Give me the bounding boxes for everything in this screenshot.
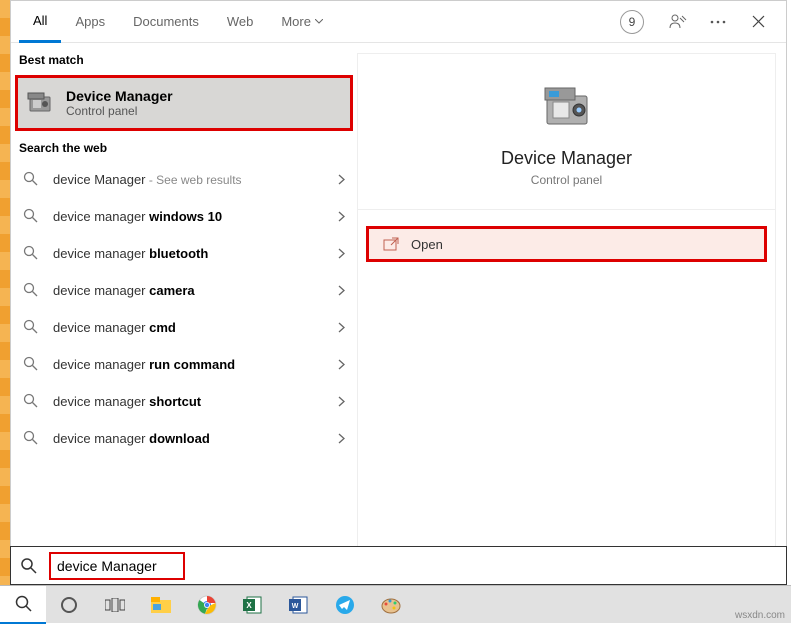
more-options-icon[interactable] <box>708 12 728 32</box>
chevron-right-icon[interactable] <box>338 322 345 333</box>
web-results-list: device Manager - See web results device … <box>11 161 357 457</box>
left-edge-decoration <box>0 0 10 585</box>
web-result-item[interactable]: device Manager - See web results <box>11 161 357 198</box>
taskbar-cortana-icon[interactable] <box>46 586 92 624</box>
device-manager-icon <box>26 89 54 117</box>
taskbar-telegram-icon[interactable] <box>322 586 368 624</box>
taskbar-search-button[interactable] <box>0 586 46 624</box>
preview-divider <box>358 209 775 210</box>
web-result-item[interactable]: device manager run command <box>11 346 357 383</box>
taskbar-excel-icon[interactable]: X <box>230 586 276 624</box>
chevron-down-icon <box>315 19 323 24</box>
best-match-header: Best match <box>11 43 357 73</box>
close-icon[interactable] <box>748 12 768 32</box>
taskbar-paint-icon[interactable] <box>368 586 414 624</box>
taskbar-word-icon[interactable]: W <box>276 586 322 624</box>
web-result-text: device manager download <box>53 431 338 446</box>
search-panel: All Apps Documents Web More 9 Best match <box>10 0 787 585</box>
chevron-right-icon[interactable] <box>338 433 345 444</box>
search-icon <box>23 282 41 300</box>
tab-documents[interactable]: Documents <box>119 1 213 43</box>
search-icon <box>23 430 41 448</box>
web-result-item[interactable]: device manager shortcut <box>11 383 357 420</box>
web-result-text: device manager shortcut <box>53 394 338 409</box>
search-icon <box>23 171 41 189</box>
svg-text:W: W <box>292 603 299 610</box>
search-icon <box>23 245 41 263</box>
preview-device-manager-icon <box>539 78 595 134</box>
web-result-text: device Manager - See web results <box>53 172 338 187</box>
search-icon <box>23 356 41 374</box>
results-column: Best match Device Manager Control panel … <box>11 43 357 584</box>
web-result-item[interactable]: device manager camera <box>11 272 357 309</box>
open-action[interactable]: Open <box>366 226 767 262</box>
chevron-right-icon[interactable] <box>338 248 345 259</box>
watermark: wsxdn.com <box>735 610 785 621</box>
taskbar-chrome-icon[interactable] <box>184 586 230 624</box>
web-result-text: device manager cmd <box>53 320 338 335</box>
search-icon <box>11 558 47 574</box>
web-result-text: device manager bluetooth <box>53 246 338 261</box>
chevron-right-icon[interactable] <box>338 174 345 185</box>
taskbar-explorer-icon[interactable] <box>138 586 184 624</box>
web-result-text: device manager run command <box>53 357 338 372</box>
chevron-right-icon[interactable] <box>338 359 345 370</box>
chevron-right-icon[interactable] <box>338 396 345 407</box>
search-text-highlight <box>49 552 185 580</box>
preview-subtitle: Control panel <box>358 173 775 187</box>
preview-title: Device Manager <box>358 148 775 169</box>
preview-pane: Device Manager Control panel Open <box>357 53 776 574</box>
search-web-header: Search the web <box>11 131 357 161</box>
search-bar[interactable] <box>10 546 787 585</box>
search-icon <box>23 393 41 411</box>
open-icon <box>383 237 399 251</box>
web-result-item[interactable]: device manager cmd <box>11 309 357 346</box>
svg-text:X: X <box>246 601 252 610</box>
best-match-subtitle: Control panel <box>66 104 173 118</box>
web-result-item[interactable]: device manager download <box>11 420 357 457</box>
open-label: Open <box>411 237 443 252</box>
chevron-right-icon[interactable] <box>338 285 345 296</box>
tab-more[interactable]: More <box>267 1 337 43</box>
tab-web[interactable]: Web <box>213 1 268 43</box>
rewards-badge[interactable]: 9 <box>620 10 644 34</box>
search-icon <box>23 319 41 337</box>
web-result-item[interactable]: device manager windows 10 <box>11 198 357 235</box>
search-icon <box>23 208 41 226</box>
content-area: Best match Device Manager Control panel … <box>11 43 786 584</box>
tabs-row: All Apps Documents Web More 9 <box>11 1 786 43</box>
tab-apps[interactable]: Apps <box>61 1 119 43</box>
web-result-text: device manager windows 10 <box>53 209 338 224</box>
tab-all[interactable]: All <box>19 1 61 43</box>
taskbar-taskview-icon[interactable] <box>92 586 138 624</box>
best-match-title: Device Manager <box>66 88 173 104</box>
best-match-item[interactable]: Device Manager Control panel <box>15 75 353 131</box>
web-result-text: device manager camera <box>53 283 338 298</box>
chevron-right-icon[interactable] <box>338 211 345 222</box>
taskbar: X W <box>0 585 791 623</box>
search-input[interactable] <box>57 558 177 574</box>
web-result-item[interactable]: device manager bluetooth <box>11 235 357 272</box>
best-match-text: Device Manager Control panel <box>66 88 173 118</box>
tab-more-label: More <box>281 14 311 29</box>
feedback-icon[interactable] <box>668 12 688 32</box>
